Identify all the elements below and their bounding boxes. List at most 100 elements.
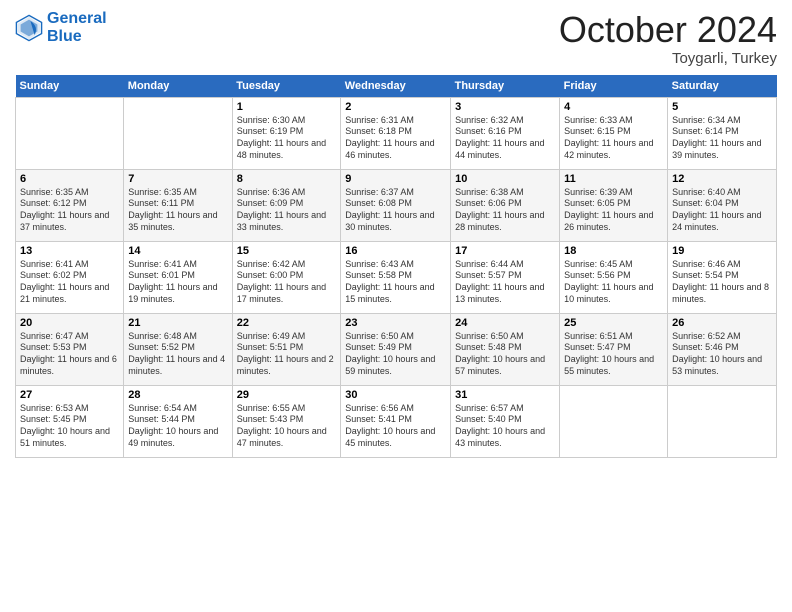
day-number: 17 <box>455 245 555 257</box>
day-cell: 1Sunrise: 6:30 AMSunset: 6:19 PMDaylight… <box>232 97 341 169</box>
week-row-1: 1Sunrise: 6:30 AMSunset: 6:19 PMDaylight… <box>16 97 777 169</box>
day-info: Sunrise: 6:40 AMSunset: 6:04 PMDaylight:… <box>672 187 772 234</box>
day-number: 31 <box>455 389 555 401</box>
day-number: 9 <box>345 173 446 185</box>
logo-icon <box>15 14 43 42</box>
day-info: Sunrise: 6:51 AMSunset: 5:47 PMDaylight:… <box>564 331 663 378</box>
day-cell: 8Sunrise: 6:36 AMSunset: 6:09 PMDaylight… <box>232 169 341 241</box>
day-cell: 10Sunrise: 6:38 AMSunset: 6:06 PMDayligh… <box>451 169 560 241</box>
day-cell <box>560 385 668 457</box>
day-info: Sunrise: 6:43 AMSunset: 5:58 PMDaylight:… <box>345 259 446 306</box>
day-number: 7 <box>128 173 227 185</box>
day-cell: 15 Sunrise: 6:42 AMSunset: 6:00 PMDayligh… <box>232 241 341 313</box>
day-info: Sunrise: 6:38 AMSunset: 6:06 PMDaylight:… <box>455 187 555 234</box>
day-cell: 26 Sunrise: 6:52 AMSunset: 5:46 PMDayligh… <box>668 313 777 385</box>
day-info: Sunrise: 6:35 AMSunset: 6:11 PMDaylight:… <box>128 187 227 234</box>
day-cell: 14 Sunrise: 6:41 AMSunset: 6:01 PMDayligh… <box>124 241 232 313</box>
day-cell: 27 Sunrise: 6:53 AMSunset: 5:45 PMDayligh… <box>16 385 124 457</box>
day-info: Sunrise: 6:57 AMSunset: 5:40 PMDaylight:… <box>455 403 555 450</box>
day-number: 14 <box>128 245 227 257</box>
day-info: Sunrise: 6:53 AMSunset: 5:45 PMDaylight:… <box>20 403 119 450</box>
day-cell <box>668 385 777 457</box>
day-number: 26 <box>672 317 772 329</box>
page-header: General Blue October 2024 Toygarli, Turk… <box>15 10 777 67</box>
day-number: 11 <box>564 173 663 185</box>
day-info: Sunrise: 6:32 AMSunset: 6:16 PMDaylight:… <box>455 115 555 162</box>
day-info: Sunrise: 6:55 AMSunset: 5:43 PMDaylight:… <box>237 403 337 450</box>
day-cell: 2 Sunrise: 6:31 AMSunset: 6:18 PMDaylight… <box>341 97 451 169</box>
day-cell: 31 Sunrise: 6:57 AMSunset: 5:40 PMDayligh… <box>451 385 560 457</box>
day-cell: 3 Sunrise: 6:32 AMSunset: 6:16 PMDaylight… <box>451 97 560 169</box>
header-row: SundayMondayTuesdayWednesdayThursdayFrid… <box>16 75 777 98</box>
day-cell <box>16 97 124 169</box>
col-header-tuesday: Tuesday <box>232 75 341 98</box>
day-cell: 12 Sunrise: 6:40 AMSunset: 6:04 PMDayligh… <box>668 169 777 241</box>
week-row-5: 27 Sunrise: 6:53 AMSunset: 5:45 PMDayligh… <box>16 385 777 457</box>
day-info: Sunrise: 6:41 AMSunset: 6:02 PMDaylight:… <box>20 259 119 306</box>
day-info: Sunrise: 6:54 AMSunset: 5:44 PMDaylight:… <box>128 403 227 450</box>
day-cell: 6Sunrise: 6:35 AMSunset: 6:12 PMDaylight… <box>16 169 124 241</box>
day-info: Sunrise: 6:34 AMSunset: 6:14 PMDaylight:… <box>672 115 772 162</box>
day-info: Sunrise: 6:35 AMSunset: 6:12 PMDaylight:… <box>20 187 119 234</box>
day-info: Sunrise: 6:47 AMSunset: 5:53 PMDaylight:… <box>20 331 119 378</box>
day-info: Sunrise: 6:42 AMSunset: 6:00 PMDaylight:… <box>237 259 337 306</box>
day-cell: 28 Sunrise: 6:54 AMSunset: 5:44 PMDayligh… <box>124 385 232 457</box>
calendar-table: SundayMondayTuesdayWednesdayThursdayFrid… <box>15 75 777 458</box>
day-info: Sunrise: 6:48 AMSunset: 5:52 PMDaylight:… <box>128 331 227 378</box>
day-info: Sunrise: 6:50 AMSunset: 5:49 PMDaylight:… <box>345 331 446 378</box>
col-header-sunday: Sunday <box>16 75 124 98</box>
day-number: 8 <box>237 173 337 185</box>
day-cell: 24 Sunrise: 6:50 AMSunset: 5:48 PMDayligh… <box>451 313 560 385</box>
month-title: October 2024 <box>559 10 777 50</box>
col-header-thursday: Thursday <box>451 75 560 98</box>
day-info: Sunrise: 6:45 AMSunset: 5:56 PMDaylight:… <box>564 259 663 306</box>
day-number: 22 <box>237 317 337 329</box>
day-cell: 22Sunrise: 6:49 AMSunset: 5:51 PMDayligh… <box>232 313 341 385</box>
day-info: Sunrise: 6:33 AMSunset: 6:15 PMDaylight:… <box>564 115 663 162</box>
day-cell: 11 Sunrise: 6:39 AMSunset: 6:05 PMDayligh… <box>560 169 668 241</box>
col-header-monday: Monday <box>124 75 232 98</box>
day-info: Sunrise: 6:37 AMSunset: 6:08 PMDaylight:… <box>345 187 446 234</box>
day-cell: 7 Sunrise: 6:35 AMSunset: 6:11 PMDaylight… <box>124 169 232 241</box>
day-number: 2 <box>345 101 446 113</box>
day-info: Sunrise: 6:50 AMSunset: 5:48 PMDaylight:… <box>455 331 555 378</box>
day-info: Sunrise: 6:44 AMSunset: 5:57 PMDaylight:… <box>455 259 555 306</box>
calendar-page: General Blue October 2024 Toygarli, Turk… <box>0 0 792 612</box>
day-number: 20 <box>20 317 119 329</box>
day-cell: 9 Sunrise: 6:37 AMSunset: 6:08 PMDaylight… <box>341 169 451 241</box>
day-cell: 16Sunrise: 6:43 AMSunset: 5:58 PMDayligh… <box>341 241 451 313</box>
day-cell: 25Sunrise: 6:51 AMSunset: 5:47 PMDayligh… <box>560 313 668 385</box>
day-info: Sunrise: 6:39 AMSunset: 6:05 PMDaylight:… <box>564 187 663 234</box>
day-number: 13 <box>20 245 119 257</box>
day-info: Sunrise: 6:41 AMSunset: 6:01 PMDaylight:… <box>128 259 227 306</box>
location: Toygarli, Turkey <box>559 50 777 67</box>
day-cell <box>124 97 232 169</box>
day-cell: 4 Sunrise: 6:33 AMSunset: 6:15 PMDaylight… <box>560 97 668 169</box>
week-row-3: 13 Sunrise: 6:41 AMSunset: 6:02 PMDayligh… <box>16 241 777 313</box>
day-number: 12 <box>672 173 772 185</box>
week-row-4: 20 Sunrise: 6:47 AMSunset: 5:53 PMDayligh… <box>16 313 777 385</box>
day-number: 28 <box>128 389 227 401</box>
day-number: 27 <box>20 389 119 401</box>
day-cell: 18Sunrise: 6:45 AMSunset: 5:56 PMDayligh… <box>560 241 668 313</box>
day-cell: 21Sunrise: 6:48 AMSunset: 5:52 PMDayligh… <box>124 313 232 385</box>
col-header-wednesday: Wednesday <box>341 75 451 98</box>
day-info: Sunrise: 6:52 AMSunset: 5:46 PMDaylight:… <box>672 331 772 378</box>
day-cell: 23 Sunrise: 6:50 AMSunset: 5:49 PMDayligh… <box>341 313 451 385</box>
col-header-saturday: Saturday <box>668 75 777 98</box>
day-cell: 5Sunrise: 6:34 AMSunset: 6:14 PMDaylight… <box>668 97 777 169</box>
day-number: 19 <box>672 245 772 257</box>
day-number: 15 <box>237 245 337 257</box>
day-info: Sunrise: 6:31 AMSunset: 6:18 PMDaylight:… <box>345 115 446 162</box>
day-number: 3 <box>455 101 555 113</box>
day-cell: 30 Sunrise: 6:56 AMSunset: 5:41 PMDayligh… <box>341 385 451 457</box>
day-number: 23 <box>345 317 446 329</box>
day-number: 4 <box>564 101 663 113</box>
logo: General Blue <box>15 10 107 45</box>
day-cell: 19Sunrise: 6:46 AMSunset: 5:54 PMDayligh… <box>668 241 777 313</box>
day-info: Sunrise: 6:56 AMSunset: 5:41 PMDaylight:… <box>345 403 446 450</box>
day-number: 24 <box>455 317 555 329</box>
day-number: 30 <box>345 389 446 401</box>
day-cell: 13 Sunrise: 6:41 AMSunset: 6:02 PMDayligh… <box>16 241 124 313</box>
day-number: 29 <box>237 389 337 401</box>
